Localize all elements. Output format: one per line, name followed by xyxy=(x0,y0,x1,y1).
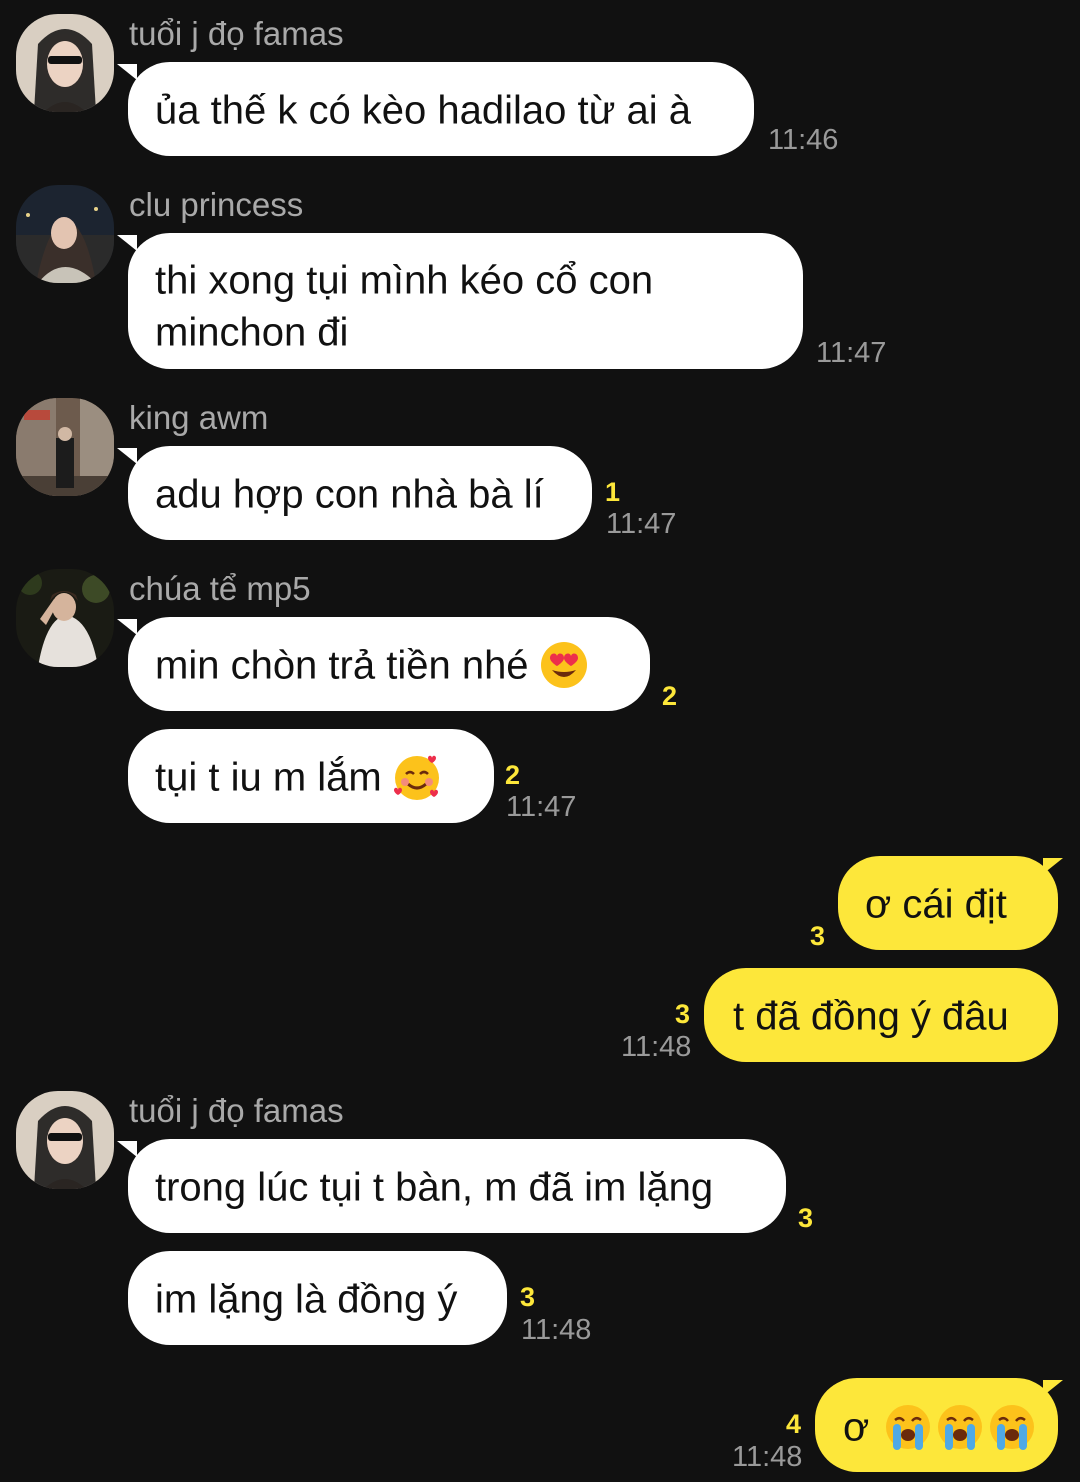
sender-name: clu princess xyxy=(129,186,304,223)
message-text: thi xong tụi mình kéo cổ con minchon đi xyxy=(155,258,654,355)
message-bubble[interactable]: trong lúc tụi t bàn, m đã im lặng xyxy=(128,1139,786,1233)
avatar-image xyxy=(16,569,114,667)
chat-message-list: tuổi j đọ famas ủa thế k có kèo hadilao … xyxy=(0,0,1080,1482)
message-time: 11:46 xyxy=(768,124,839,156)
message-time: 11:47 xyxy=(506,791,577,823)
sender-name: tuổi j đọ famas xyxy=(129,1092,344,1129)
avatar[interactable] xyxy=(16,185,114,283)
message-time: 11:48 xyxy=(621,1031,692,1063)
message-text: min chòn trả tiền nhé xyxy=(155,643,529,688)
message-bubble[interactable]: ơ cái địt xyxy=(838,856,1058,950)
avatar[interactable] xyxy=(16,398,114,496)
unread-count: 3 xyxy=(520,1282,536,1312)
message-text: im lặng là đồng ý xyxy=(155,1277,458,1322)
message-bubble[interactable]: t đã đồng ý đâu xyxy=(704,968,1058,1062)
message-bubble[interactable]: min chòn trả tiền nhé xyxy=(128,617,650,711)
unread-count: 1 xyxy=(605,477,621,507)
avatar-image xyxy=(16,185,114,283)
message-text: adu hợp con nhà bà lí xyxy=(155,472,544,517)
message-text: ơ xyxy=(843,1405,870,1450)
sender-name: king awm xyxy=(129,399,269,436)
message-time: 11:47 xyxy=(606,508,677,540)
message-bubble[interactable]: ủa thế k có kèo hadilao từ ai à xyxy=(128,62,754,156)
avatar-image xyxy=(16,398,114,496)
bubble-tail xyxy=(117,448,137,464)
sender-name: tuổi j đọ famas xyxy=(129,15,344,52)
bubble-tail xyxy=(117,64,137,80)
message-bubble[interactable]: thi xong tụi mình kéo cổ con minchon đi xyxy=(128,233,803,369)
bubble-tail xyxy=(117,619,137,635)
avatar[interactable] xyxy=(16,569,114,667)
message-text: t đã đồng ý đâu xyxy=(733,994,1009,1039)
message-time: 11:48 xyxy=(732,1441,803,1473)
message-bubble[interactable]: tụi t iu m lắm xyxy=(128,729,494,823)
unread-count: 2 xyxy=(662,681,678,711)
avatar[interactable] xyxy=(16,14,114,112)
avatar-image xyxy=(16,14,114,112)
message-text: trong lúc tụi t bàn, m đã im lặng xyxy=(155,1165,714,1210)
heart-eyes-emoji xyxy=(539,640,589,690)
message-time: 11:48 xyxy=(521,1314,592,1346)
message-text: tụi t iu m lắm xyxy=(155,755,382,800)
unread-count: 3 xyxy=(798,1203,814,1233)
smiling-hearts-emoji xyxy=(392,752,442,802)
message-text: ủa thế k có kèo hadilao từ ai à xyxy=(155,88,692,133)
avatar[interactable] xyxy=(16,1091,114,1189)
message-bubble[interactable]: im lặng là đồng ý xyxy=(128,1251,507,1345)
bubble-tail xyxy=(117,235,137,251)
bubble-tail xyxy=(117,1141,137,1157)
unread-count: 3 xyxy=(675,999,691,1029)
avatar-image xyxy=(16,1091,114,1189)
message-text: ơ cái địt xyxy=(865,882,1007,927)
loudly-crying-emoji xyxy=(935,1402,985,1452)
loudly-crying-emoji xyxy=(987,1402,1037,1452)
unread-count: 2 xyxy=(505,760,521,790)
message-bubble[interactable]: adu hợp con nhà bà lí xyxy=(128,446,592,540)
message-bubble[interactable]: ơ xyxy=(815,1378,1058,1472)
loudly-crying-emoji xyxy=(883,1402,933,1452)
message-time: 11:47 xyxy=(816,337,887,369)
unread-count: 3 xyxy=(810,921,826,951)
unread-count: 4 xyxy=(786,1409,802,1439)
sender-name: chúa tể mp5 xyxy=(129,570,311,607)
